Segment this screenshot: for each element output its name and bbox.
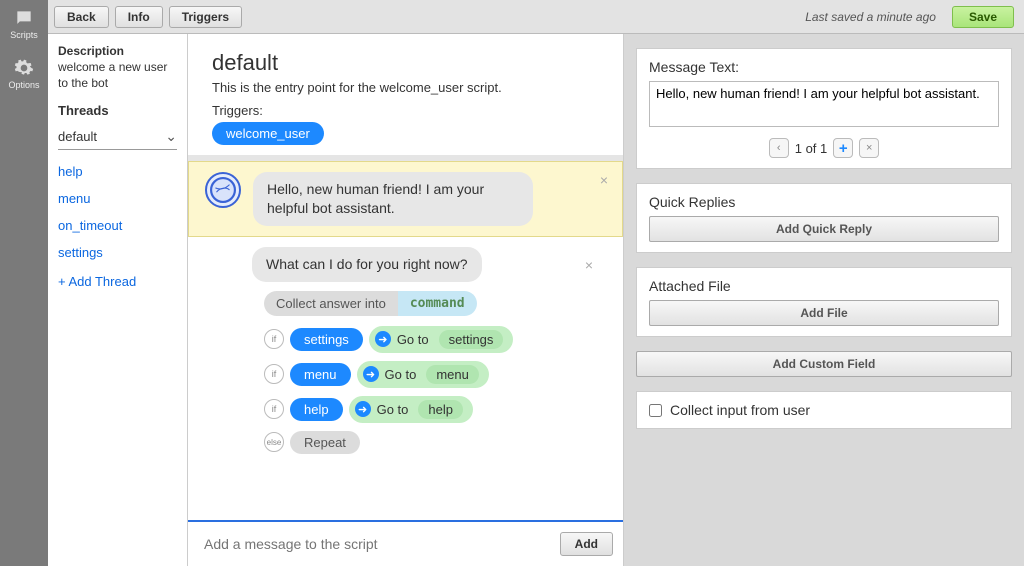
- thread-subtitle: This is the entry point for the welcome_…: [212, 80, 599, 95]
- collect-label: Collect answer into: [264, 291, 398, 316]
- pager-delete-button[interactable]: ×: [859, 138, 879, 158]
- gear-icon: [14, 58, 34, 78]
- branch-condition[interactable]: help: [290, 398, 343, 421]
- arrow-right-icon: ➜: [363, 366, 379, 382]
- message-bubble: Hello, new human friend! I am your helpf…: [253, 172, 533, 226]
- save-button[interactable]: Save: [952, 6, 1014, 28]
- goto-target: menu: [426, 365, 479, 384]
- if-badge: if: [264, 329, 284, 349]
- rail-options-label: Options: [8, 80, 39, 90]
- message-row-selected[interactable]: Hello, new human friend! I am your helpf…: [188, 161, 623, 237]
- bot-icon: [210, 177, 236, 203]
- add-message-bar: Add: [188, 520, 623, 566]
- repeat-pill[interactable]: Repeat: [290, 431, 360, 454]
- info-button[interactable]: Info: [115, 6, 163, 28]
- back-button[interactable]: Back: [54, 6, 109, 28]
- goto-label: Go to: [397, 332, 429, 347]
- attached-file-card: Attached File Add File: [636, 267, 1012, 337]
- editor-header: default This is the entry point for the …: [188, 34, 623, 155]
- thread-selected: default: [58, 129, 97, 144]
- quick-replies-card: Quick Replies Add Quick Reply: [636, 183, 1012, 253]
- collect-input-checkbox[interactable]: [649, 404, 662, 417]
- goto-label: Go to: [377, 402, 409, 417]
- rail-scripts[interactable]: Scripts: [10, 8, 38, 40]
- add-file-button[interactable]: Add File: [649, 300, 999, 326]
- collect-answer[interactable]: Collect answer into command: [264, 291, 607, 316]
- pager-status: 1 of 1: [795, 141, 828, 156]
- attached-file-label: Attached File: [649, 278, 999, 294]
- pager-prev-button[interactable]: ‹: [769, 138, 789, 158]
- branch-condition[interactable]: menu: [290, 363, 351, 386]
- collect-input-label: Collect input from user: [670, 402, 810, 418]
- branch-row[interactable]: if settings ➜ Go to settings: [264, 326, 607, 353]
- arrow-right-icon: ➜: [355, 401, 371, 417]
- branch-row[interactable]: if help ➜ Go to help: [264, 396, 607, 423]
- add-message-input[interactable]: [198, 530, 552, 558]
- thread-link[interactable]: menu: [58, 185, 177, 212]
- message-text-card: Message Text: ‹ 1 of 1 + ×: [636, 48, 1012, 169]
- if-badge: if: [264, 364, 284, 384]
- message-text-label: Message Text:: [649, 59, 999, 75]
- message-text-input[interactable]: [649, 81, 999, 127]
- thread-link[interactable]: on_timeout: [58, 212, 177, 239]
- branch-row[interactable]: if menu ➜ Go to menu: [264, 361, 607, 388]
- quick-replies-label: Quick Replies: [649, 194, 999, 210]
- branch-goto[interactable]: ➜ Go to help: [349, 396, 473, 423]
- add-quick-reply-button[interactable]: Add Quick Reply: [649, 216, 999, 242]
- branch-goto[interactable]: ➜ Go to settings: [369, 326, 514, 353]
- description-label: Description: [58, 44, 177, 58]
- message-row[interactable]: What can I do for you right now? × Colle…: [188, 237, 623, 472]
- else-badge: else: [264, 432, 284, 452]
- thread-title: default: [212, 50, 599, 76]
- delete-message-icon[interactable]: ×: [585, 257, 593, 273]
- goto-target: settings: [439, 330, 504, 349]
- triggers-button[interactable]: Triggers: [169, 6, 242, 28]
- messages-list: Hello, new human friend! I am your helpf…: [188, 155, 623, 520]
- app-rail: Scripts Options: [0, 0, 48, 566]
- thread-select[interactable]: default ⌄: [58, 124, 177, 150]
- add-message-button[interactable]: Add: [560, 532, 613, 556]
- toolbar: Back Info Triggers Last saved a minute a…: [48, 0, 1024, 34]
- collect-variable: command: [398, 291, 477, 316]
- arrow-right-icon: ➜: [375, 331, 391, 347]
- if-badge: if: [264, 399, 284, 419]
- properties-panel: Message Text: ‹ 1 of 1 + × Quick Replies…: [624, 34, 1024, 566]
- collect-input-row[interactable]: Collect input from user: [649, 402, 999, 418]
- rail-options[interactable]: Options: [8, 58, 39, 90]
- goto-label: Go to: [385, 367, 417, 382]
- trigger-chip[interactable]: welcome_user: [212, 122, 324, 145]
- thread-link[interactable]: help: [58, 158, 177, 185]
- main: Back Info Triggers Last saved a minute a…: [48, 0, 1024, 566]
- pager-add-button[interactable]: +: [833, 138, 853, 158]
- triggers-label: Triggers:: [212, 103, 599, 118]
- branches: if settings ➜ Go to settings if menu: [264, 326, 607, 462]
- threads-sidebar: Description welcome a new user to the bo…: [48, 34, 188, 566]
- description-text: welcome a new user to the bot: [58, 60, 177, 91]
- message-pager: ‹ 1 of 1 + ×: [649, 138, 999, 158]
- branch-condition[interactable]: settings: [290, 328, 363, 351]
- message-bubble: What can I do for you right now?: [252, 247, 482, 282]
- threads-label: Threads: [58, 103, 177, 118]
- goto-target: help: [418, 400, 463, 419]
- chevron-down-icon: ⌄: [165, 128, 177, 145]
- branch-goto[interactable]: ➜ Go to menu: [357, 361, 489, 388]
- delete-message-icon[interactable]: ×: [600, 172, 608, 188]
- bot-avatar-icon: [205, 172, 241, 208]
- collect-input-card: Collect input from user: [636, 391, 1012, 429]
- add-custom-field-button[interactable]: Add Custom Field: [636, 351, 1012, 377]
- thread-link[interactable]: settings: [58, 239, 177, 266]
- script-editor: default This is the entry point for the …: [188, 34, 624, 566]
- last-saved-text: Last saved a minute ago: [805, 10, 936, 24]
- chat-icon: [14, 8, 34, 28]
- workspace: Description welcome a new user to the bo…: [48, 34, 1024, 566]
- add-thread-button[interactable]: + Add Thread: [58, 266, 177, 289]
- branch-else[interactable]: else Repeat: [264, 431, 607, 454]
- rail-scripts-label: Scripts: [10, 30, 38, 40]
